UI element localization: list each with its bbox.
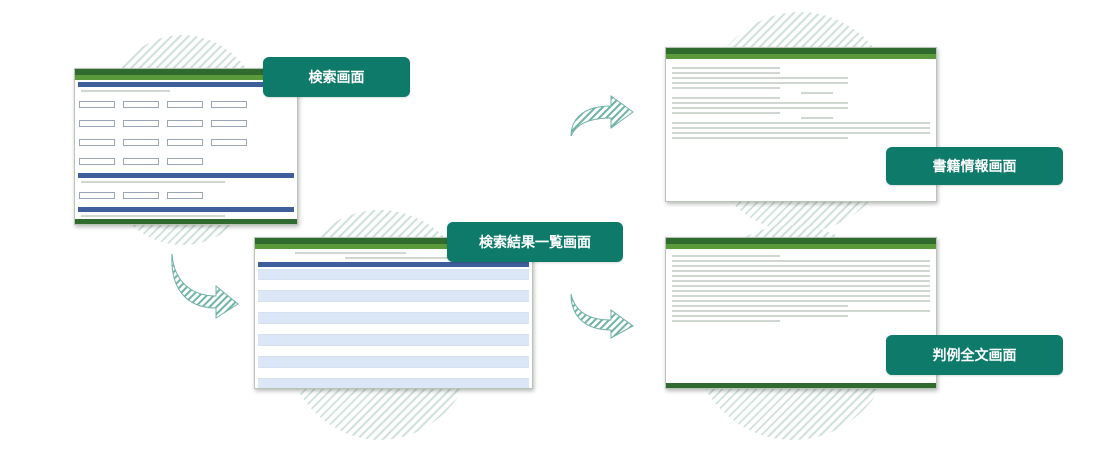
book-info-label: 書籍情報画面 — [886, 147, 1063, 185]
flow-diagram: 検索画面 検索結果一覧画面 書籍情報画面 判例全文画面 — [0, 0, 1110, 459]
judgment-full-text-label: 判例全文画面 — [886, 335, 1063, 375]
curved-arrow-icon — [570, 95, 634, 137]
curved-arrow-icon — [570, 293, 634, 339]
results-list-label: 検索結果一覧画面 — [447, 222, 623, 262]
curved-arrow-icon — [171, 253, 239, 319]
search-screen-label: 検索画面 — [263, 57, 410, 97]
